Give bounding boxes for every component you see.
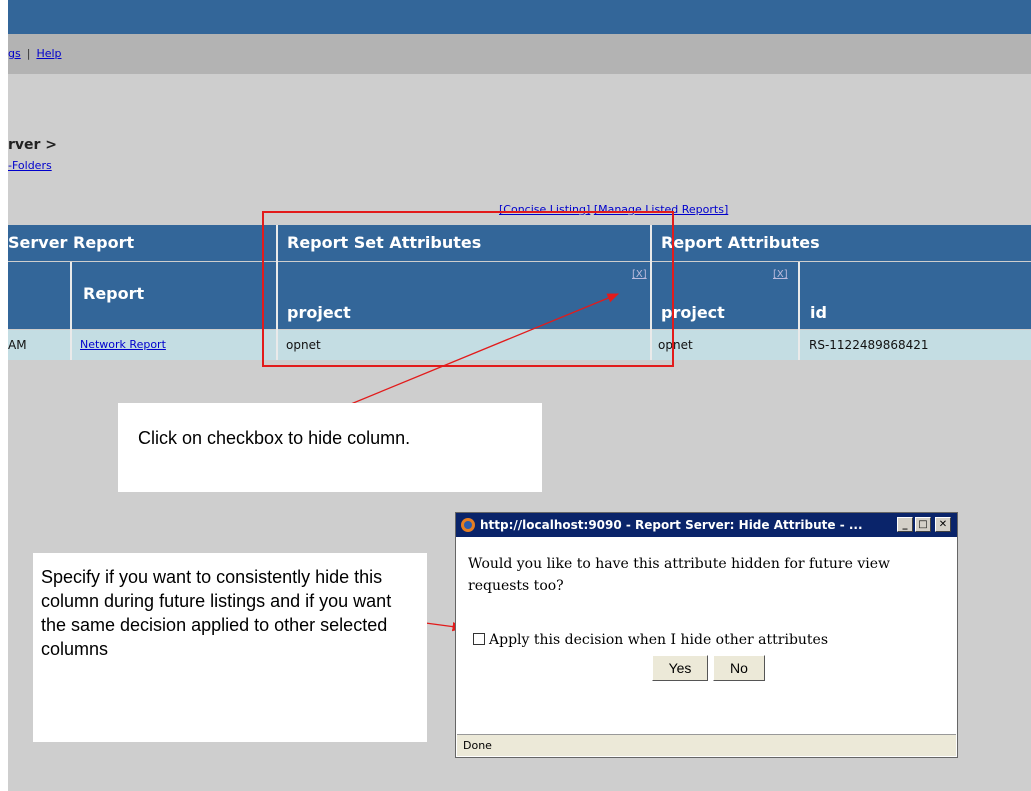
nav-links: gs | Help bbox=[8, 47, 62, 60]
column-header-report: Report bbox=[72, 262, 276, 329]
yes-button[interactable]: Yes bbox=[652, 655, 708, 681]
close-icon[interactable]: ✕ bbox=[935, 517, 951, 532]
nav-link-help[interactable]: Help bbox=[36, 47, 61, 60]
column-header-report-label: Report bbox=[83, 284, 145, 303]
cell-id: RS-1122489868421 bbox=[800, 330, 1031, 360]
cell-date: AM bbox=[8, 330, 70, 360]
callout-future-listings: Specify if you want to consistently hide… bbox=[33, 553, 427, 742]
breadcrumb-folders-link[interactable]: -Folders bbox=[8, 159, 52, 172]
hide-attribute-dialog: http://localhost:9090 - Report Server: H… bbox=[455, 512, 958, 758]
callout-hide-column: Click on checkbox to hide column. bbox=[118, 403, 542, 492]
nav-separator: | bbox=[26, 47, 31, 60]
column-divider bbox=[70, 262, 72, 360]
callout-hide-column-text: Click on checkbox to hide column. bbox=[138, 428, 411, 448]
group-header-report-attributes: Report Attributes bbox=[652, 225, 1031, 261]
dialog-status-bar: Done bbox=[457, 734, 956, 756]
column-header-id: id bbox=[800, 262, 1031, 329]
nav-link-settings[interactable]: gs bbox=[8, 47, 21, 60]
top-banner bbox=[8, 0, 1031, 34]
apply-decision-checkbox[interactable] bbox=[473, 633, 485, 645]
dialog-body: Would you like to have this attribute hi… bbox=[456, 537, 957, 731]
breadcrumb-title: rver > bbox=[8, 137, 58, 153]
minimize-icon[interactable]: _ bbox=[897, 517, 913, 532]
no-button[interactable]: No bbox=[713, 655, 765, 681]
apply-decision-label: Apply this decision when I hide other at… bbox=[489, 632, 829, 648]
firefox-icon bbox=[461, 518, 475, 532]
callout-future-listings-text: Specify if you want to consistently hide… bbox=[41, 567, 392, 659]
cell-report-link[interactable]: Network Report bbox=[72, 330, 276, 360]
nav-bar bbox=[8, 34, 1031, 74]
dialog-title-bar: http://localhost:9090 - Report Server: H… bbox=[456, 513, 957, 537]
column-header-date bbox=[8, 262, 70, 329]
column-divider bbox=[798, 262, 800, 360]
dialog-question: Would you like to have this attribute hi… bbox=[468, 556, 890, 594]
highlight-box bbox=[262, 211, 674, 367]
maximize-icon[interactable]: □ bbox=[915, 517, 931, 532]
hide-column-checkbox[interactable]: [X] bbox=[773, 269, 788, 280]
dialog-title: http://localhost:9090 - Report Server: H… bbox=[480, 518, 863, 532]
apply-decision-row: Apply this decision when I hide other at… bbox=[473, 632, 828, 648]
group-header-server-report: Server Report bbox=[8, 225, 276, 261]
column-header-id-label: id bbox=[810, 303, 827, 322]
